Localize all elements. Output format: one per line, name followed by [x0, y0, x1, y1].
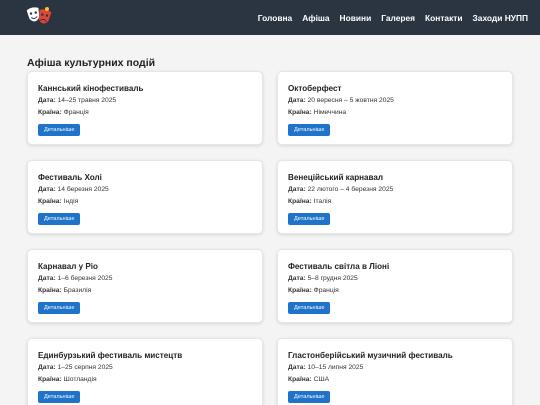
event-title: Фестиваль Холі: [38, 173, 102, 182]
date-label: Дата:: [38, 364, 56, 371]
event-date: Дата: 20 вересня – 5 жовтня 2025: [288, 97, 394, 104]
event-date: Дата: 22 лютого – 4 березня 2025: [288, 186, 393, 193]
country-value: США: [313, 376, 330, 383]
page-title: Афіша культурних подій: [27, 57, 156, 69]
country-value: Індія: [63, 198, 79, 205]
date-value: 20 вересня – 5 жовтня 2025: [307, 97, 394, 104]
event-card: Октоберфест Дата: 20 вересня – 5 жовтня …: [277, 71, 513, 145]
event-title: Единбурзький фестиваль мистецтв: [38, 351, 183, 360]
details-button[interactable]: Детальніше: [288, 124, 331, 136]
event-card: Венеційський карнавал Дата: 22 лютого – …: [277, 160, 513, 234]
country-value: Німеччина: [313, 109, 347, 116]
country-label: Країна:: [38, 287, 62, 294]
nav-news[interactable]: Новини: [340, 13, 372, 23]
event-country: Країна: Індія: [38, 198, 78, 205]
nav-nupp-events[interactable]: Заходи НУПП: [473, 13, 528, 23]
event-title: Октоберфест: [288, 84, 342, 93]
details-button[interactable]: Детальніше: [38, 124, 81, 136]
country-value: Франція: [313, 287, 339, 294]
details-button[interactable]: Детальніше: [288, 391, 331, 403]
theater-masks-icon[interactable]: [26, 5, 52, 29]
date-label: Дата:: [288, 97, 306, 104]
event-card: Фестиваль Холі Дата: 14 березня 2025 Кра…: [27, 160, 263, 234]
details-button[interactable]: Детальніше: [288, 302, 331, 314]
details-button[interactable]: Детальніше: [38, 302, 81, 314]
country-label: Країна:: [38, 198, 62, 205]
event-country: Країна: Шотландія: [38, 376, 97, 383]
event-card: Единбурзький фестиваль мистецтв Дата: 1–…: [27, 338, 263, 405]
event-country: Країна: Франція: [288, 287, 339, 294]
country-value: Бразилія: [63, 287, 92, 294]
date-label: Дата:: [38, 97, 56, 104]
event-country: Країна: Франція: [38, 109, 89, 116]
details-button[interactable]: Детальніше: [288, 213, 331, 225]
event-date: Дата: 14 березня 2025: [38, 186, 109, 193]
event-card: Карнавал у Ріо Дата: 1–6 березня 2025 Кр…: [27, 249, 263, 323]
event-title: Венеційський карнавал: [288, 173, 384, 182]
event-country: Країна: Італія: [288, 198, 331, 205]
country-label: Країна:: [288, 109, 312, 116]
details-button[interactable]: Детальніше: [38, 213, 81, 225]
details-button[interactable]: Детальніше: [38, 391, 81, 403]
country-value: Італія: [313, 198, 332, 205]
date-value: 14 березня 2025: [57, 186, 109, 193]
date-label: Дата:: [288, 364, 306, 371]
country-label: Країна:: [288, 198, 312, 205]
event-title: Карнавал у Ріо: [38, 262, 98, 271]
date-label: Дата:: [288, 275, 306, 282]
event-date: Дата: 10–15 липня 2025: [288, 364, 363, 371]
country-value: Франція: [63, 109, 89, 116]
nav-events[interactable]: Афіша: [302, 13, 329, 23]
date-label: Дата:: [38, 186, 56, 193]
top-navbar: Головна Афіша Новини Галерея Контакти За…: [0, 0, 540, 35]
date-label: Дата:: [38, 275, 56, 282]
date-value: 5–8 грудня 2025: [307, 275, 358, 282]
main-nav: Головна Афіша Новини Галерея Контакти За…: [258, 0, 528, 35]
country-label: Країна:: [288, 287, 312, 294]
event-date: Дата: 1–6 березня 2025: [38, 275, 112, 282]
date-value: 14–25 травня 2025: [57, 97, 117, 104]
nav-home[interactable]: Головна: [258, 13, 292, 23]
event-date: Дата: 1–25 серпня 2025: [38, 364, 113, 371]
event-country: Країна: Німеччина: [288, 109, 346, 116]
event-title: Каннський кінофестиваль: [38, 84, 144, 93]
country-label: Країна:: [38, 376, 62, 383]
country-label: Країна:: [38, 109, 62, 116]
country-label: Країна:: [288, 376, 312, 383]
nav-gallery[interactable]: Галерея: [381, 13, 415, 23]
event-card: Каннський кінофестиваль Дата: 14–25 трав…: [27, 71, 263, 145]
event-date: Дата: 5–8 грудня 2025: [288, 275, 358, 282]
event-country: Країна: Бразилія: [38, 287, 91, 294]
event-card: Гластонберійський музичний фестиваль Дат…: [277, 338, 513, 405]
event-card: Фестиваль світла в Ліоні Дата: 5–8 грудн…: [277, 249, 513, 323]
event-country: Країна: США: [288, 376, 329, 383]
date-label: Дата:: [288, 186, 306, 193]
date-value: 1–25 серпня 2025: [57, 364, 113, 371]
event-title: Гластонберійський музичний фестиваль: [288, 351, 453, 360]
event-date: Дата: 14–25 травня 2025: [38, 97, 116, 104]
country-value: Шотландія: [63, 376, 97, 383]
date-value: 22 лютого – 4 березня 2025: [307, 186, 394, 193]
date-value: 1–6 березня 2025: [57, 275, 113, 282]
date-value: 10–15 липня 2025: [307, 364, 364, 371]
event-title: Фестиваль світла в Ліоні: [288, 262, 390, 271]
nav-contacts[interactable]: Контакти: [425, 13, 463, 23]
